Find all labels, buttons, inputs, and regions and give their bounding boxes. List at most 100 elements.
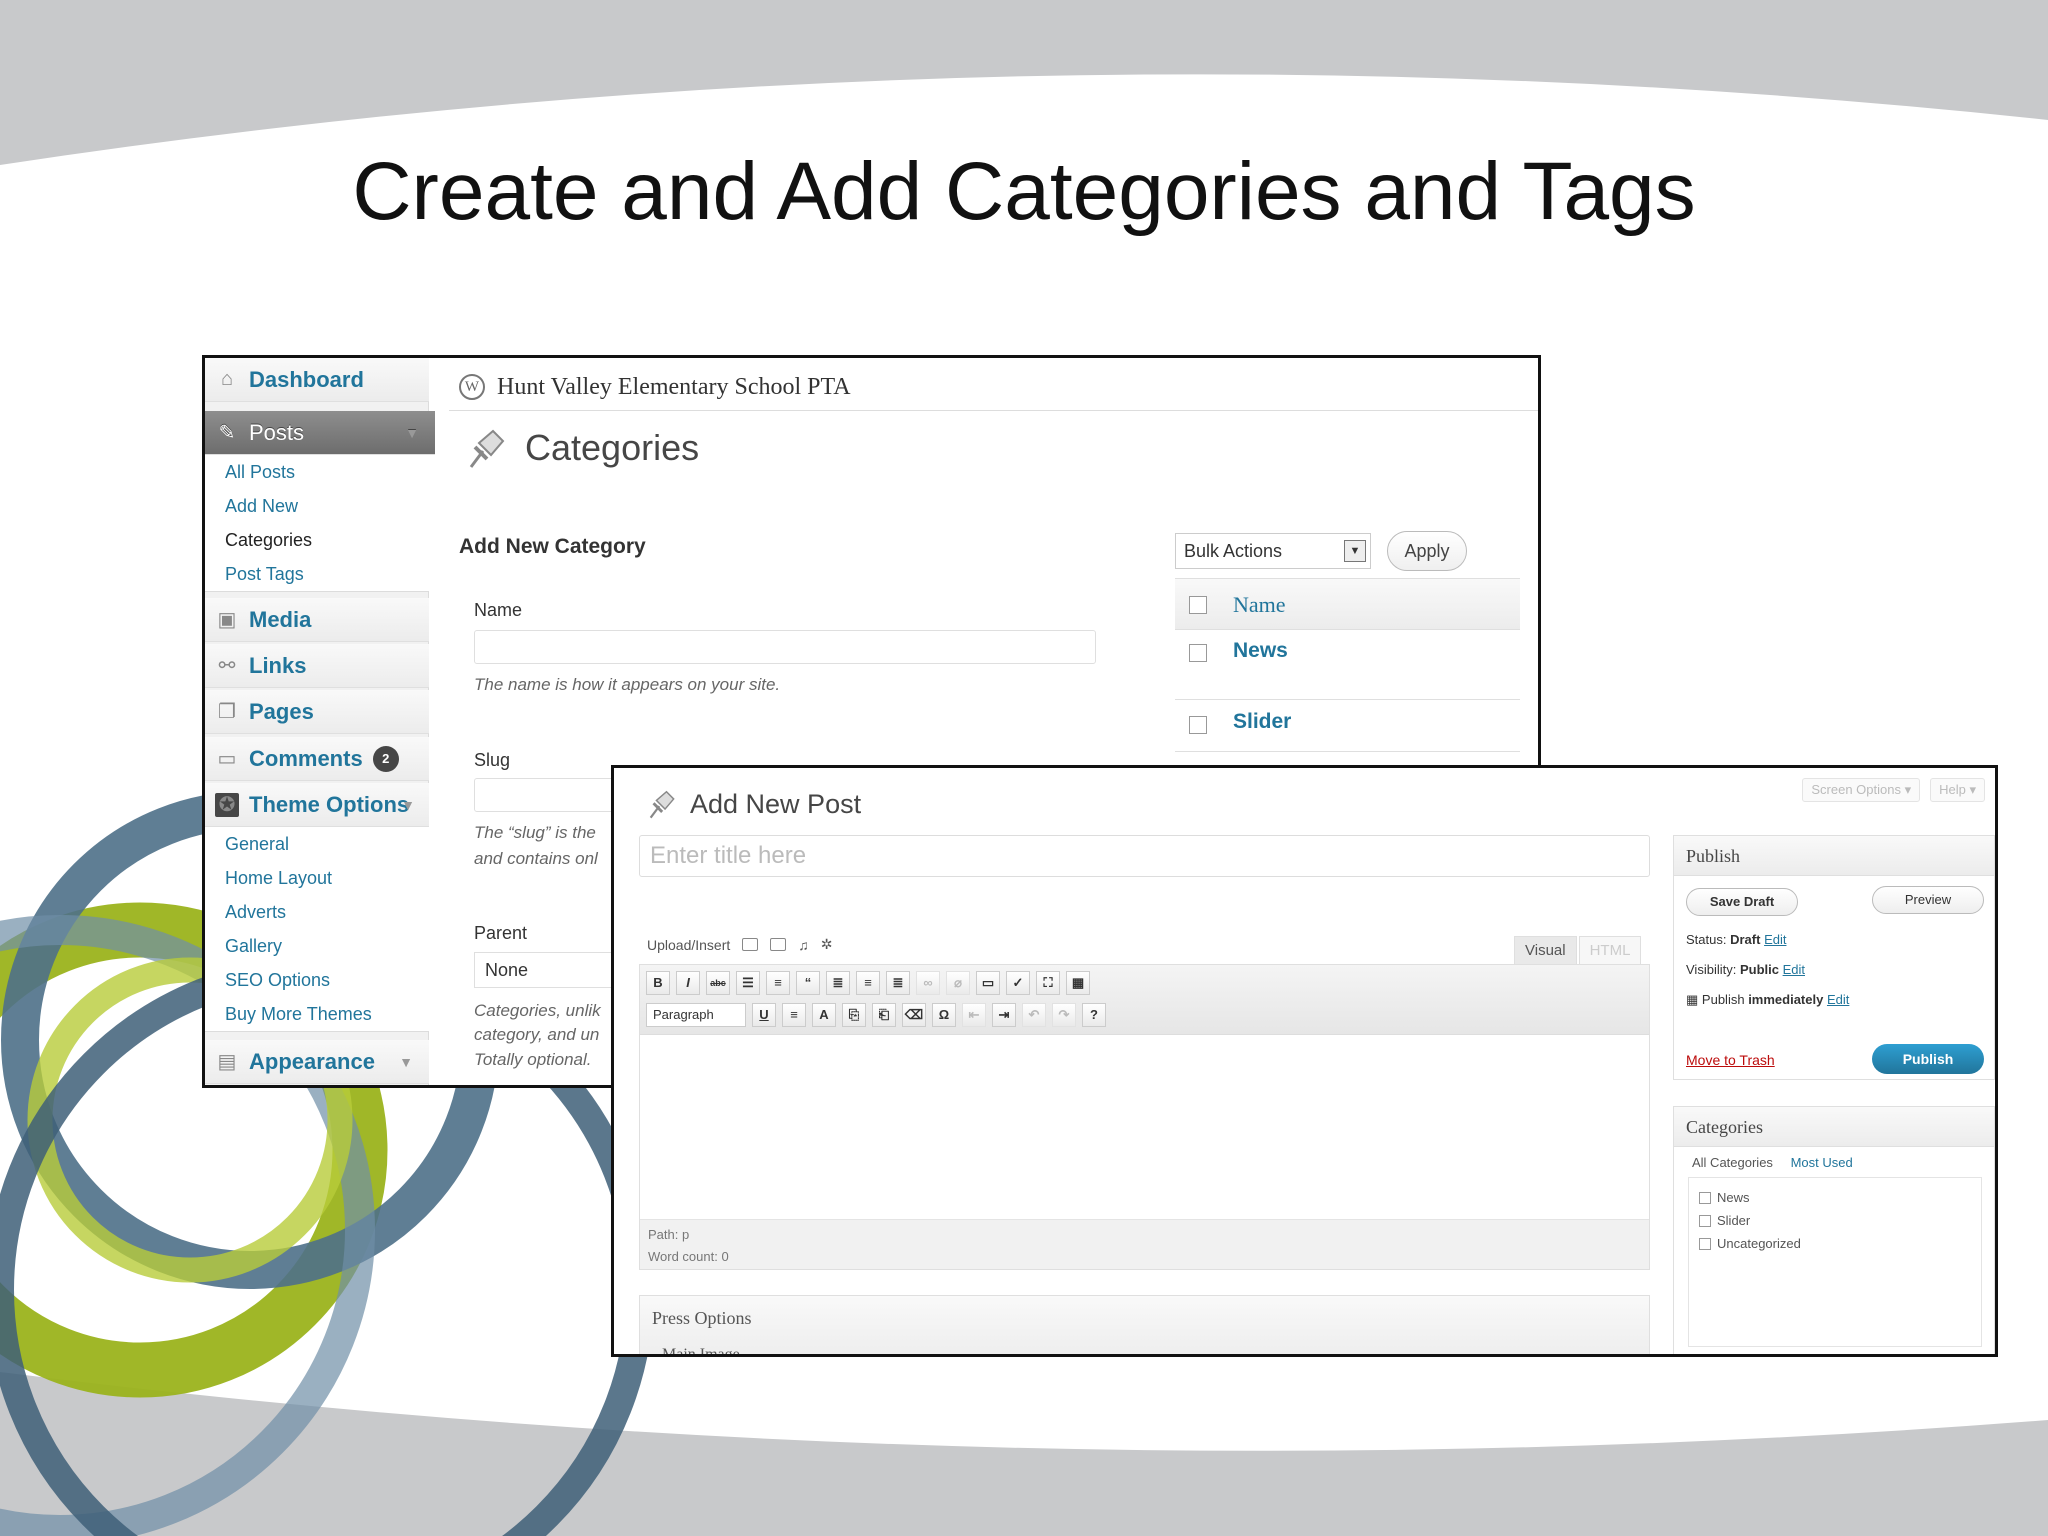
submenu-home-layout[interactable]: Home Layout [205,861,429,895]
category-name-link[interactable]: News [1233,639,1288,663]
chevron-down-icon: ▼ [401,796,415,813]
italic-icon[interactable]: I [676,971,700,995]
remove-format-icon[interactable]: ⌫ [902,1003,926,1027]
tab-html[interactable]: HTML [1578,936,1642,964]
column-header-name[interactable]: Name [1233,592,1286,618]
edit-schedule-link[interactable]: Edit [1827,992,1849,1007]
category-checkbox[interactable] [1699,1191,1711,1204]
status-line: Status: Draft Edit [1686,932,1787,947]
kitchen-sink-icon[interactable]: ▦ [1066,971,1090,995]
submenu-all-posts[interactable]: All Posts [205,455,429,489]
list-item[interactable]: Slider [1699,1209,1971,1232]
help-button[interactable]: Help ▾ [1930,778,1985,802]
strikethrough-icon[interactable]: abc [706,971,730,995]
menu-comments[interactable]: ▭ Comments 2 [205,737,429,781]
select-all-checkbox[interactable] [1189,596,1207,614]
edit-visibility-link[interactable]: Edit [1783,962,1805,977]
parent-hint-3: Totally optional. [474,1050,592,1069]
submenu-buy-more-themes[interactable]: Buy More Themes [205,997,429,1031]
menu-media[interactable]: ▣ Media [205,598,429,642]
edit-status-link[interactable]: Edit [1764,932,1786,947]
menu-theme-options[interactable]: ✪ Theme Options ▼ [205,783,429,827]
menu-posts[interactable]: ✎ Posts ▼ [205,411,435,455]
align-left-icon[interactable]: ≣ [826,971,850,995]
parent-select[interactable]: None [474,952,624,988]
site-header: W Hunt Valley Elementary School PTA [459,368,1538,406]
spellcheck-icon[interactable]: ✓ [1006,971,1030,995]
submenu-adverts[interactable]: Adverts [205,895,429,929]
post-content-editor[interactable]: B I abc ☰ ≡ “ ≣ ≡ ≣ ∞ ⌀ ▭ ✓ ⛶ ▦ Paragrap… [639,964,1650,1270]
justify-icon[interactable]: ≡ [782,1003,806,1027]
bulk-actions-select[interactable]: Bulk Actions ▼ [1175,533,1371,569]
publish-box-title[interactable]: Publish [1674,836,1994,876]
special-char-icon[interactable]: Ω [932,1003,956,1027]
list-item[interactable]: Uncategorized [1699,1232,1971,1255]
submenu-gallery[interactable]: Gallery [205,929,429,963]
link-icon[interactable]: ∞ [916,971,940,995]
name-label: Name [474,600,523,620]
submenu-general[interactable]: General [205,827,429,861]
menu-pages[interactable]: ❐ Pages [205,690,429,734]
submenu-post-tags[interactable]: Post Tags [205,557,429,591]
add-audio-icon[interactable]: ♫ [798,937,809,953]
name-field[interactable] [474,630,1096,664]
dropdown-arrow-icon: ▼ [1344,540,1366,562]
toolbar-row-2: Paragraph U ≡ A ⎘ ⎗ ⌫ Ω ⇤ ⇥ ↶ ↷ ? [646,1003,1106,1027]
row-checkbox[interactable] [1189,716,1207,734]
bold-icon[interactable]: B [646,971,670,995]
add-image-icon[interactable] [742,938,759,951]
paste-text-icon[interactable]: ⎘ [842,1003,866,1027]
indent-icon[interactable]: ⇥ [992,1003,1016,1027]
slug-field[interactable] [474,778,624,812]
tab-all-categories[interactable]: All Categories [1692,1155,1773,1170]
apply-button[interactable]: Apply [1387,531,1467,571]
add-category-title: Add New Category [459,535,646,558]
underline-icon[interactable]: U [752,1003,776,1027]
text-color-icon[interactable]: A [812,1003,836,1027]
post-title-input[interactable]: Enter title here [639,835,1650,877]
move-to-trash-link[interactable]: Move to Trash [1686,1052,1775,1068]
pushpin-icon [469,429,505,468]
category-checkbox[interactable] [1699,1237,1711,1250]
add-media-icon[interactable]: ✲ [821,936,833,953]
save-draft-button[interactable]: Save Draft [1686,888,1798,916]
schedule-line: ▦ Publish immediately Edit [1686,992,1850,1007]
tab-most-used[interactable]: Most Used [1791,1155,1853,1170]
menu-appearance[interactable]: ▤ Appearance ▼ [205,1040,429,1084]
tab-visual[interactable]: Visual [1514,936,1577,964]
numbered-list-icon[interactable]: ≡ [766,971,790,995]
screen-options-button[interactable]: Screen Options ▾ [1802,778,1921,802]
format-select[interactable]: Paragraph [646,1003,746,1027]
align-center-icon[interactable]: ≡ [856,971,880,995]
submenu-add-new[interactable]: Add New [205,489,429,523]
category-checkbox[interactable] [1699,1214,1711,1227]
fullscreen-icon[interactable]: ⛶ [1036,971,1060,995]
publish-button[interactable]: Publish [1872,1044,1984,1074]
undo-icon[interactable]: ↶ [1022,1003,1046,1027]
site-name[interactable]: Hunt Valley Elementary School PTA [497,374,851,401]
submenu-seo-options[interactable]: SEO Options [205,963,429,997]
outdent-icon[interactable]: ⇤ [962,1003,986,1027]
more-tag-icon[interactable]: ▭ [976,971,1000,995]
pushpin-icon: ✎ [218,422,236,444]
blockquote-icon[interactable]: “ [796,971,820,995]
menu-links[interactable]: ⚯ Links [205,644,429,688]
media-icon: ▣ [217,609,237,631]
add-video-icon[interactable] [770,938,787,951]
category-name-link[interactable]: Slider [1233,710,1291,734]
press-options-title[interactable]: Press Options [652,1308,752,1329]
align-right-icon[interactable]: ≣ [886,971,910,995]
paste-word-icon[interactable]: ⎗ [872,1003,896,1027]
list-item[interactable]: News [1699,1186,1971,1209]
menu-dashboard[interactable]: ⌂ Dashboard [205,358,429,402]
bullet-list-icon[interactable]: ☰ [736,971,760,995]
categories-box-title[interactable]: Categories [1674,1107,1994,1147]
preview-button[interactable]: Preview [1872,886,1984,914]
unlink-icon[interactable]: ⌀ [946,971,970,995]
header-divider [449,410,1538,411]
help-icon[interactable]: ? [1082,1003,1106,1027]
row-checkbox[interactable] [1189,644,1207,662]
submenu-categories[interactable]: Categories [205,523,429,557]
redo-icon[interactable]: ↷ [1052,1003,1076,1027]
editor-status-bar: Path: p Word count: 0 [640,1219,1649,1269]
